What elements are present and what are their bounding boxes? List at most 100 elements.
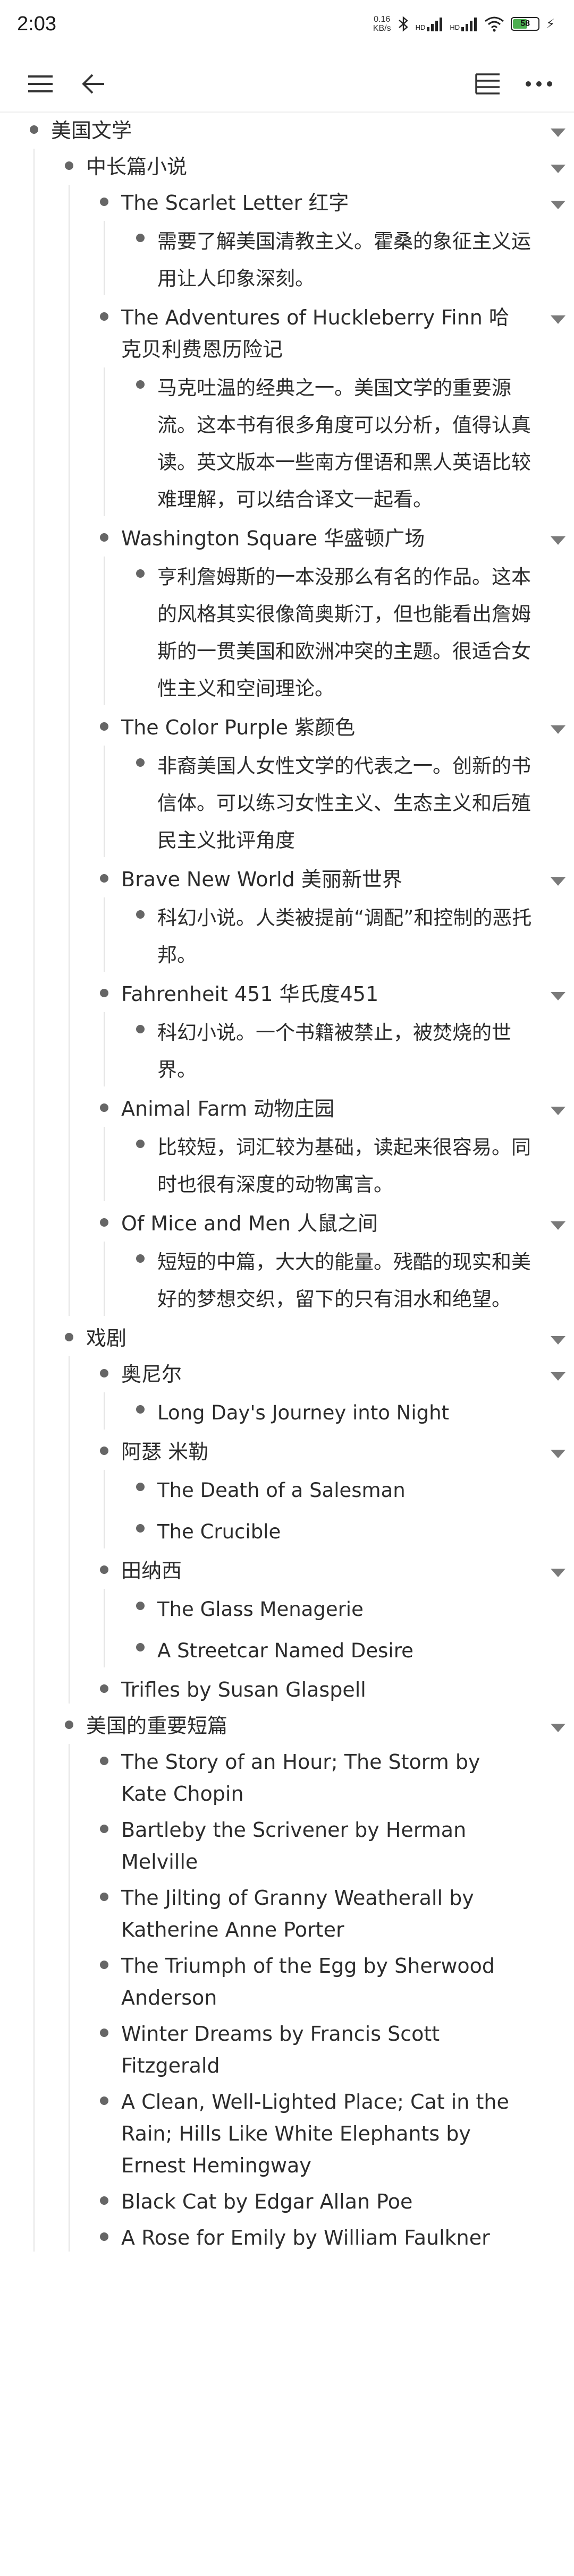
bullet-icon[interactable] [65,1721,73,1729]
bullet-icon[interactable] [136,1025,145,1033]
bullet-icon[interactable] [100,874,108,883]
bullet-icon[interactable] [136,1254,145,1263]
bullet-icon[interactable] [100,1757,108,1765]
outline-item-text[interactable]: Of Mice and Men 人鼠之间 [121,1205,521,1242]
bullet-icon[interactable] [100,312,108,321]
outline-row[interactable]: 科幻小说。人类被提前“调配”和控制的恶托邦。 [0,897,574,976]
outline-item-text[interactable]: The Triumph of the Egg by Sherwood Ander… [121,1948,521,2016]
bullet-icon[interactable] [30,125,38,134]
collapse-caret-icon[interactable] [551,1107,565,1115]
outline-item-text[interactable]: Bartleby the Scrivener by Herman Melvill… [121,1812,521,1880]
collapse-caret-icon[interactable] [551,536,565,545]
outline-item-text[interactable]: 美国文学 [51,113,524,149]
outline-row[interactable]: 马克吐温的经典之一。美国文学的重要源流。这本书有很多角度可以分析，值得认真读。英… [0,367,574,520]
bullet-icon[interactable] [136,1524,145,1533]
hamburger-icon[interactable] [26,69,55,99]
bullet-icon[interactable] [100,2096,108,2105]
bullet-icon[interactable] [100,1103,108,1112]
bullet-icon[interactable] [100,1893,108,1901]
bullet-icon[interactable] [65,1333,73,1341]
collapse-caret-icon[interactable] [551,1372,565,1381]
outline-item-text[interactable]: 戏剧 [86,1320,522,1356]
collapse-caret-icon[interactable] [551,1336,565,1345]
outline-item-text[interactable]: 科幻小说。人类被提前“调配”和控制的恶托邦。 [157,897,545,976]
outline-item-text[interactable]: Animal Farm 动物庄园 [121,1091,521,1127]
outline-item-text[interactable]: Winter Dreams by Francis Scott Fitzgeral… [121,2016,521,2084]
outline-row[interactable]: 需要了解美国清教主义。霍桑的象征主义运用让人印象深刻。 [0,221,574,299]
bullet-icon[interactable] [100,1218,108,1227]
collapse-caret-icon[interactable] [551,725,565,734]
outline-item-text[interactable]: Black Cat by Edgar Allan Poe [121,2184,521,2220]
outline-row[interactable]: Animal Farm 动物庄园 [0,1091,574,1127]
bullet-icon[interactable] [65,161,73,170]
outline-row[interactable]: 阿瑟 米勒 [0,1434,574,1470]
bullet-icon[interactable] [136,380,145,389]
outline-row[interactable]: The Jilting of Granny Weatherall by Kath… [0,1880,574,1948]
more-horizontal-icon[interactable] [524,69,554,99]
collapse-caret-icon[interactable] [551,201,565,209]
outline-item-text[interactable]: The Adventures of Huckleberry Finn 哈克贝利费… [121,299,521,367]
outline-row[interactable]: Trifles by Susan Glaspell [0,1672,574,1708]
outline-item-text[interactable]: The Crucible [157,1511,545,1553]
outline-row[interactable]: Winter Dreams by Francis Scott Fitzgeral… [0,2016,574,2084]
bullet-icon[interactable] [100,2232,108,2241]
bullet-icon[interactable] [100,1369,108,1377]
bullet-icon[interactable] [136,758,145,767]
outline-row[interactable]: The Story of an Hour; The Storm by Kate … [0,1744,574,1812]
outline-row[interactable]: 亨利詹姆斯的一本没那么有名的作品。这本的风格其实很像简奥斯汀，但也能看出詹姆斯的… [0,557,574,709]
outline-item-text[interactable]: 马克吐温的经典之一。美国文学的重要源流。这本书有很多角度可以分析，值得认真读。英… [157,367,545,520]
outline-item-text[interactable]: 短短的中篇，大大的能量。残酷的现实和美好的梦想交织，留下的只有泪水和绝望。 [157,1242,545,1320]
outline-item-text[interactable]: 田纳西 [121,1553,521,1589]
outline-row[interactable]: Black Cat by Edgar Allan Poe [0,2184,574,2220]
outline-tree-icon[interactable] [473,69,503,99]
collapse-caret-icon[interactable] [551,129,565,137]
collapse-caret-icon[interactable] [551,165,565,173]
outline-item-text[interactable]: 需要了解美国清教主义。霍桑的象征主义运用让人印象深刻。 [157,221,545,299]
bullet-icon[interactable] [136,1483,145,1491]
bullet-icon[interactable] [136,1140,145,1148]
outline-row[interactable]: 戏剧 [0,1320,574,1356]
bullet-icon[interactable] [100,1684,108,1693]
outline-row[interactable]: A Rose for Emily by William Faulkner [0,2220,574,2256]
bullet-icon[interactable] [136,910,145,919]
outline-item-text[interactable]: 奥尼尔 [121,1356,521,1392]
bullet-icon[interactable] [100,2196,108,2205]
outline-row[interactable]: The Crucible [0,1511,574,1553]
collapse-caret-icon[interactable] [551,315,565,324]
outline-item-text[interactable]: A Rose for Emily by William Faulkner [121,2220,521,2256]
outline-row[interactable]: 科幻小说。一个书籍被禁止，被焚烧的世界。 [0,1012,574,1091]
outline-row[interactable]: Of Mice and Men 人鼠之间 [0,1205,574,1242]
outline-row[interactable]: The Death of a Salesman [0,1470,574,1511]
collapse-caret-icon[interactable] [551,1724,565,1732]
bullet-icon[interactable] [100,989,108,997]
bullet-icon[interactable] [136,569,145,578]
collapse-caret-icon[interactable] [551,1221,565,1230]
outline-item-text[interactable]: The Death of a Salesman [157,1470,545,1511]
bullet-icon[interactable] [100,533,108,542]
outline-row[interactable]: Long Day's Journey into Night [0,1392,574,1434]
bullet-icon[interactable] [100,198,108,206]
outline-row[interactable]: 美国文学 [0,113,574,149]
outline-row[interactable]: 非裔美国人女性文学的代表之一。创新的书信体。可以练习女性主义、生态主义和后殖民主… [0,746,574,861]
outline-row[interactable]: 奥尼尔 [0,1356,574,1392]
outline-item-text[interactable]: 科幻小说。一个书籍被禁止，被焚烧的世界。 [157,1012,545,1091]
outline-row[interactable]: The Scarlet Letter 红字 [0,185,574,221]
outline-item-text[interactable]: The Glass Menagerie [157,1589,545,1630]
outline-row[interactable]: Fahrenheit 451 华氏度451 [0,976,574,1012]
outline-row[interactable]: 比较短，词汇较为基础，读起来很容易。同时也很有深度的动物寓言。 [0,1127,574,1205]
outline-row[interactable]: 短短的中篇，大大的能量。残酷的现实和美好的梦想交织，留下的只有泪水和绝望。 [0,1242,574,1320]
outline-item-text[interactable]: A Clean, Well-Lighted Place; Cat in the … [121,2084,521,2184]
outline-item-text[interactable]: Trifles by Susan Glaspell [121,1672,521,1708]
outline-row[interactable]: Bartleby the Scrivener by Herman Melvill… [0,1812,574,1880]
bullet-icon[interactable] [100,722,108,731]
collapse-caret-icon[interactable] [551,1450,565,1458]
outline-row[interactable]: A Clean, Well-Lighted Place; Cat in the … [0,2084,574,2184]
arrow-left-icon[interactable] [79,69,108,99]
collapse-caret-icon[interactable] [551,1569,565,1577]
bullet-icon[interactable] [136,1643,145,1651]
outline-item-text[interactable]: Long Day's Journey into Night [157,1392,545,1434]
collapse-caret-icon[interactable] [551,877,565,886]
outline-row[interactable]: The Adventures of Huckleberry Finn 哈克贝利费… [0,299,574,367]
bullet-icon[interactable] [100,1961,108,1969]
outline-row[interactable]: Brave New World 美丽新世界 [0,861,574,897]
